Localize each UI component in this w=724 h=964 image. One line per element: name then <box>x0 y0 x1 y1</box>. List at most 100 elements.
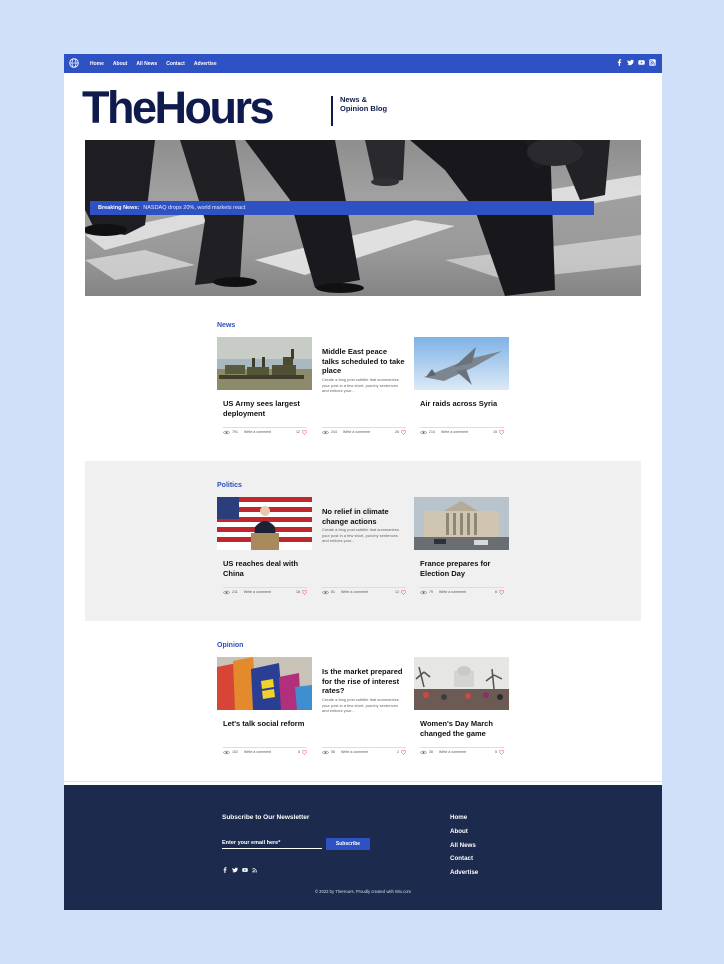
social-links-top <box>616 59 656 66</box>
footer-nav-about[interactable]: About <box>450 828 478 842</box>
post-card[interactable]: France prepares for Election Day 79 Writ… <box>414 497 509 599</box>
write-comment-link[interactable]: Write a comment <box>244 750 298 754</box>
crosswalk-photo <box>85 140 641 296</box>
eye-icon <box>223 590 230 594</box>
breaking-news-bar[interactable]: Breaking News: NASDAQ drops 20%, world m… <box>90 201 594 215</box>
post-title[interactable]: Women's Day March changed the game <box>420 719 504 738</box>
write-comment-link[interactable]: Write a comment <box>244 430 296 434</box>
like-count: 6 <box>495 590 497 594</box>
post-card[interactable]: No relief in climate change actions Crea… <box>316 497 411 599</box>
breaking-news-text[interactable]: NASDAQ drops 20%, world markets react <box>143 205 245 211</box>
write-comment-link[interactable]: Write a comment <box>439 590 495 594</box>
eye-icon <box>420 590 427 594</box>
like-count: 15 <box>493 430 497 434</box>
social-links-footer <box>222 867 258 873</box>
facebook-icon[interactable] <box>222 867 228 873</box>
post-meta: 81 Write a comment 12 <box>322 587 406 595</box>
opinion-section: Opinion Let's talk social reform 102 Wri… <box>64 636 662 766</box>
section-heading-opinion: Opinion <box>217 642 244 649</box>
post-card[interactable]: Women's Day March changed the game 38 Wr… <box>414 657 509 759</box>
heart-icon[interactable] <box>499 749 504 755</box>
write-comment-link[interactable]: Write a comment <box>439 750 495 754</box>
page: Home About All News Contact Advertise Th… <box>64 54 662 910</box>
facebook-icon[interactable] <box>616 59 623 66</box>
heart-icon[interactable] <box>401 589 406 595</box>
rss-icon[interactable] <box>252 867 258 873</box>
section-heading-politics: Politics <box>217 482 242 489</box>
post-excerpt: Create a blog post subtitle that summari… <box>322 377 399 393</box>
brand-divider <box>331 96 333 126</box>
post-meta: 56 Write a comment 2 <box>322 747 406 755</box>
nav-links: Home About All News Contact Advertise <box>90 54 226 73</box>
post-card[interactable]: Is the market prepared for the rise of i… <box>316 657 411 759</box>
twitter-icon[interactable] <box>627 59 634 66</box>
post-title[interactable]: Air raids across Syria <box>420 399 504 409</box>
heart-icon[interactable] <box>499 429 504 435</box>
post-meta: 791 Write a comment 12 <box>223 427 307 435</box>
post-image-flags[interactable] <box>217 657 312 710</box>
write-comment-link[interactable]: Write a comment <box>441 430 493 434</box>
write-comment-link[interactable]: Write a comment <box>343 430 395 434</box>
post-excerpt: Create a blog post subtitle that summari… <box>322 527 399 543</box>
eye-icon <box>420 750 427 754</box>
copyright-text: © 2023 by TheHours. Proudly created with… <box>314 889 412 894</box>
post-title[interactable]: US reaches deal with China <box>223 559 307 578</box>
post-card[interactable]: Middle East peace talks scheduled to tak… <box>316 337 411 439</box>
nav-contact[interactable]: Contact <box>166 61 185 67</box>
write-comment-link[interactable]: Write a comment <box>341 590 395 594</box>
post-image-march[interactable] <box>414 657 509 710</box>
footer-nav-home[interactable]: Home <box>450 814 478 828</box>
post-title[interactable]: No relief in climate change actions <box>322 507 406 526</box>
section-heading-news: News <box>217 322 236 329</box>
view-count: 211 <box>232 590 238 594</box>
post-image-podium[interactable] <box>217 497 312 550</box>
post-title[interactable]: Middle East peace talks scheduled to tak… <box>322 347 406 376</box>
post-title[interactable]: France prepares for Election Day <box>420 559 504 578</box>
post-card[interactable]: Air raids across Syria 214 Write a comme… <box>414 337 509 439</box>
newsletter-title: Subscribe to Our Newsletter <box>222 814 310 821</box>
nav-home[interactable]: Home <box>90 61 104 67</box>
post-image-tanks[interactable] <box>217 337 312 390</box>
heart-icon[interactable] <box>499 589 504 595</box>
like-count: 18 <box>296 590 300 594</box>
heart-icon[interactable] <box>302 749 307 755</box>
post-image-building[interactable] <box>414 497 509 550</box>
brand-tagline: News & Opinion Blog <box>340 95 388 113</box>
post-meta: 214 Write a comment 15 <box>420 427 504 435</box>
globe-icon[interactable] <box>69 58 79 68</box>
footer-nav-contact[interactable]: Contact <box>450 855 478 869</box>
twitter-icon[interactable] <box>232 867 238 873</box>
post-card[interactable]: US Army sees largest deployment 791 Writ… <box>217 337 312 439</box>
brand-logo-text[interactable]: TheHours <box>82 82 275 134</box>
youtube-icon[interactable] <box>638 59 645 66</box>
post-title[interactable]: Let's talk social reform <box>223 719 307 729</box>
heart-icon[interactable] <box>401 429 406 435</box>
rss-icon[interactable] <box>649 59 656 66</box>
post-image-jet[interactable] <box>414 337 509 390</box>
post-card[interactable]: Let's talk social reform 102 Write a com… <box>217 657 312 759</box>
heart-icon[interactable] <box>302 429 307 435</box>
nav-about[interactable]: About <box>113 61 127 67</box>
nav-all-news[interactable]: All News <box>136 61 157 67</box>
footer-nav-advertise[interactable]: Advertise <box>450 869 478 883</box>
eye-icon <box>223 750 230 754</box>
like-count: 12 <box>395 590 399 594</box>
youtube-icon[interactable] <box>242 867 248 873</box>
write-comment-link[interactable]: Write a comment <box>244 590 296 594</box>
eye-icon <box>223 430 230 434</box>
heart-icon[interactable] <box>302 589 307 595</box>
heart-icon[interactable] <box>401 749 406 755</box>
write-comment-link[interactable]: Write a comment <box>341 750 397 754</box>
post-title[interactable]: Is the market prepared for the rise of i… <box>322 667 406 696</box>
post-title[interactable]: US Army sees largest deployment <box>223 399 307 418</box>
subscribe-button[interactable]: Subscribe <box>326 838 370 850</box>
footer-nav-all-news[interactable]: All News <box>450 842 478 856</box>
nav-advertise[interactable]: Advertise <box>194 61 217 67</box>
footer-divider <box>64 781 662 782</box>
newsletter-email-input[interactable] <box>222 838 322 849</box>
post-excerpt: Create a blog post subtitle that summari… <box>322 697 399 713</box>
post-card[interactable]: US reaches deal with China 211 Write a c… <box>217 497 312 599</box>
eye-icon <box>420 430 427 434</box>
view-count: 791 <box>232 430 238 434</box>
view-count: 79 <box>429 590 433 594</box>
